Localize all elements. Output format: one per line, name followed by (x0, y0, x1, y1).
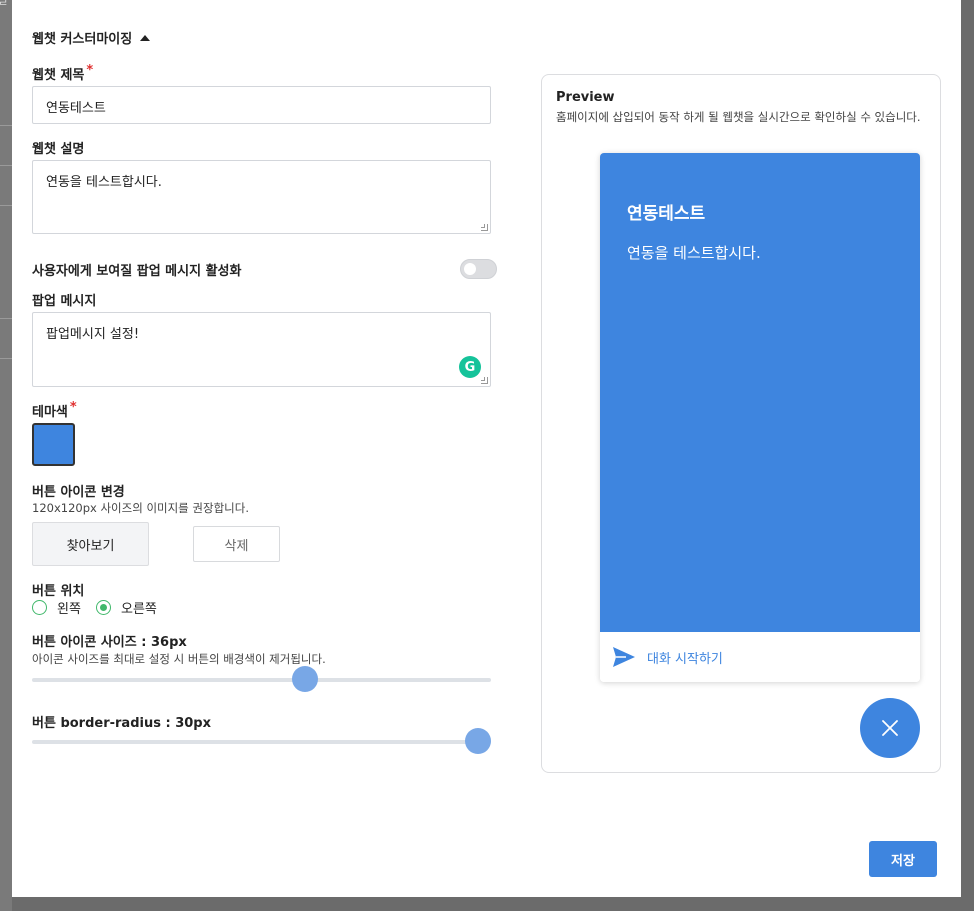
radio-unchecked-icon (32, 600, 47, 615)
section-title: 웹챗 커스터마이징 (32, 32, 133, 47)
toggle-knob (464, 263, 476, 275)
required-mark: * (86, 63, 94, 78)
position-right-radio[interactable]: 오른쪽 (96, 598, 157, 617)
delete-button[interactable]: 삭제 (193, 526, 280, 562)
webchat-description-textarea[interactable]: 연동을 테스트합시다. (32, 160, 491, 234)
webchat-title-value: 연동테스트 (46, 101, 106, 116)
backdrop-text-fragment: ㄹ (0, 0, 9, 9)
preview-title: Preview (556, 90, 615, 105)
customize-section-toggle[interactable]: 웹챗 커스터마이징 (32, 28, 151, 47)
resize-handle-icon[interactable] (481, 224, 488, 231)
chat-launcher-button[interactable] (860, 698, 920, 758)
browse-button[interactable]: 찾아보기 (32, 522, 149, 566)
backdrop-divider (0, 125, 12, 126)
caret-up-icon (140, 34, 151, 41)
position-left-radio[interactable]: 왼쪽 (32, 598, 81, 617)
send-icon (613, 647, 635, 667)
icon-size-hint: 아이콘 사이즈를 최대로 설정 시 버튼의 배경색이 제거됩니다. (32, 652, 326, 666)
webchat-description-value: 연동을 테스트합시다. (46, 175, 162, 190)
border-radius-label: 버튼 border-radius : 30px (32, 716, 211, 731)
preview-panel: Preview 홈페이지에 삽입되어 동작 하게 될 웹챗을 실시간으로 확인하… (541, 74, 941, 773)
popup-message-label: 팝업 메시지 (32, 294, 97, 309)
icon-size-slider-thumb[interactable] (291, 666, 318, 692)
backdrop-divider (0, 205, 12, 206)
button-position-label: 버튼 위치 (32, 584, 85, 599)
radio-checked-icon (96, 600, 111, 615)
backdrop-divider (0, 165, 12, 166)
popup-toggle-switch[interactable] (460, 259, 497, 279)
theme-color-label: 테마색 * (32, 400, 77, 420)
icon-size-slider[interactable] (32, 678, 491, 682)
position-right-label: 오른쪽 (121, 602, 157, 617)
position-left-label: 왼쪽 (57, 602, 81, 617)
modal-backdrop: ㄹ (0, 0, 12, 911)
chat-header: 연동테스트 연동을 테스트합시다. (600, 153, 920, 632)
button-icon-label: 버튼 아이콘 변경 (32, 485, 125, 500)
popup-message-textarea[interactable]: 팝업메시지 설정! (32, 312, 491, 387)
button-icon-hint: 120x120px 사이즈의 이미지를 권장합니다. (32, 501, 249, 515)
close-icon (882, 720, 898, 736)
backdrop-divider (0, 318, 12, 319)
theme-color-swatch[interactable] (32, 423, 75, 466)
border-radius-slider-thumb[interactable] (465, 728, 491, 754)
start-chat-button[interactable]: 대화 시작하기 (600, 632, 920, 682)
required-mark: * (69, 400, 77, 415)
webchat-settings-modal: 웹챗 커스터마이징 웹챗 제목 * 연동테스트 웹챗 설명 연동을 테스트합시다.… (12, 0, 961, 897)
chat-title: 연동테스트 (627, 204, 706, 224)
chat-window-preview: 연동테스트 연동을 테스트합시다. 대화 시작하기 (600, 153, 920, 682)
chat-description: 연동을 테스트합시다. (627, 244, 761, 262)
popup-toggle-label: 사용자에게 보여질 팝업 메시지 활성화 (32, 264, 242, 279)
border-radius-slider[interactable] (32, 740, 491, 744)
preview-description: 홈페이지에 삽입되어 동작 하게 될 웹챗을 실시간으로 확인하실 수 있습니다… (556, 110, 921, 124)
webchat-title-label: 웹챗 제목 * (32, 63, 94, 83)
resize-handle-icon[interactable] (481, 377, 488, 384)
webchat-description-label: 웹챗 설명 (32, 142, 85, 157)
grammarly-icon[interactable]: G (459, 356, 481, 378)
start-chat-label: 대화 시작하기 (647, 652, 723, 667)
icon-size-label: 버튼 아이콘 사이즈 : 36px (32, 635, 187, 650)
save-button[interactable]: 저장 (869, 841, 937, 877)
backdrop-divider (0, 358, 12, 359)
webchat-title-input[interactable]: 연동테스트 (32, 86, 491, 124)
popup-message-value: 팝업메시지 설정! (46, 327, 140, 342)
